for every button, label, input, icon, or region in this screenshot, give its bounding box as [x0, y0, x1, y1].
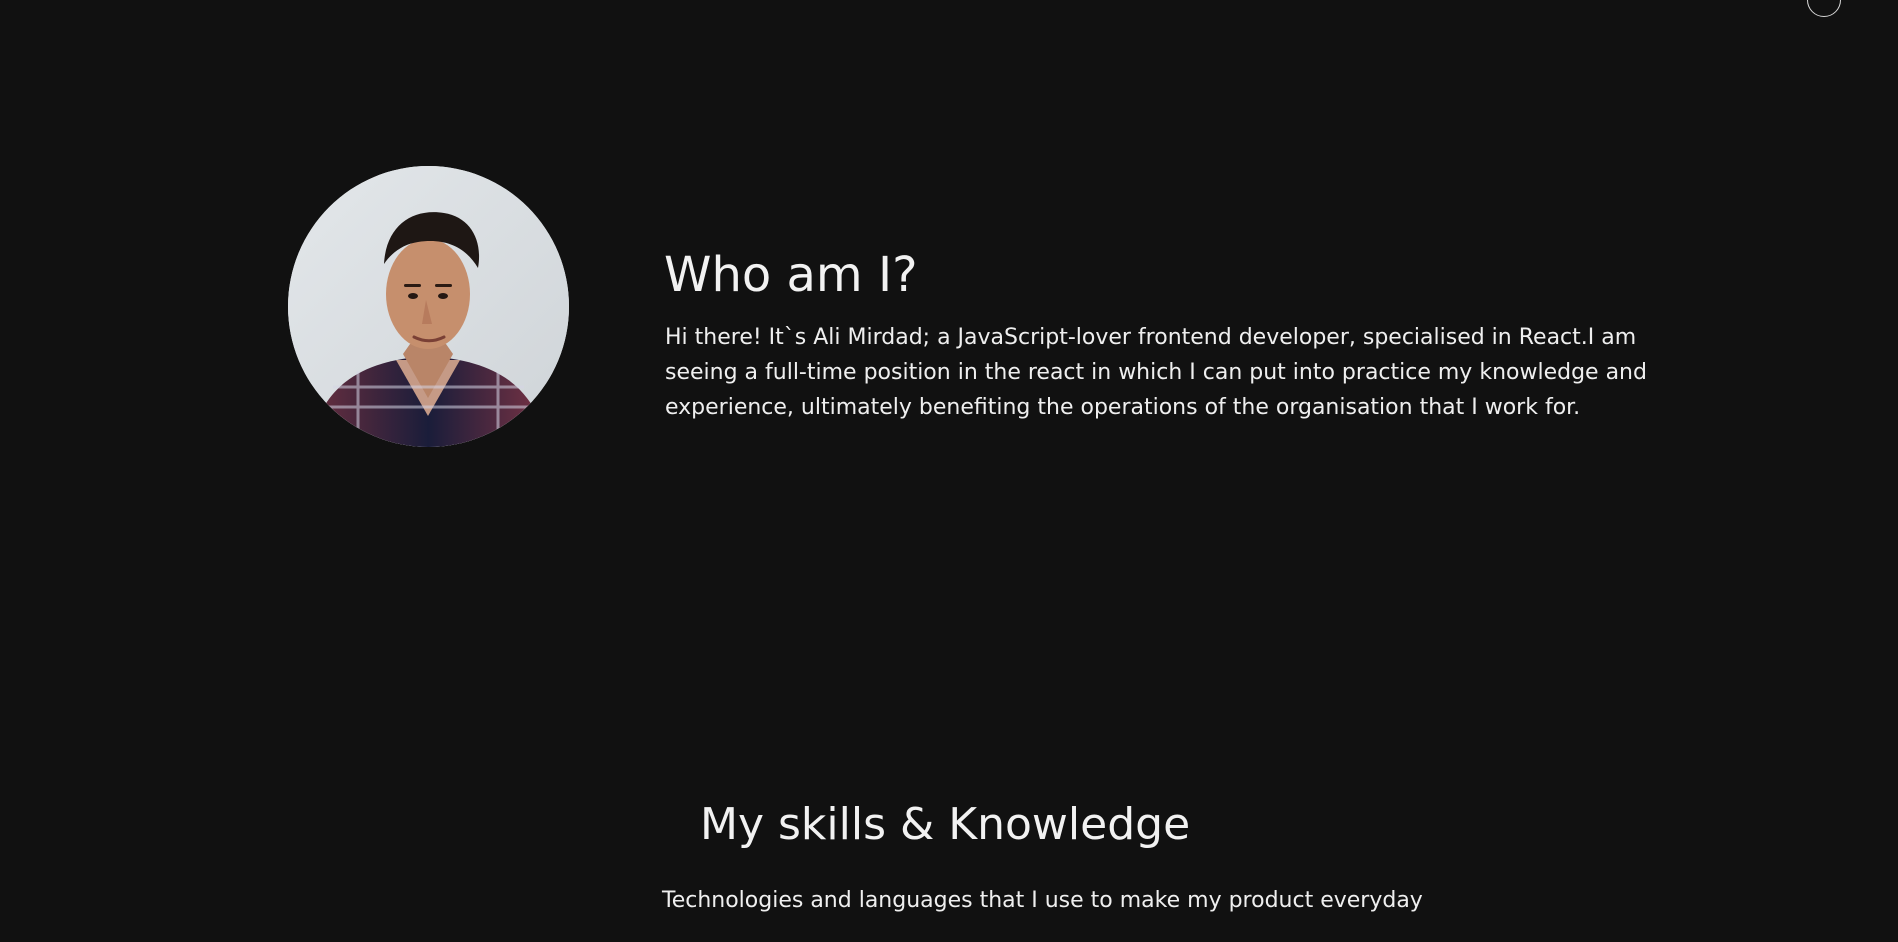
- skills-subtitle: Technologies and languages that I use to…: [662, 888, 1423, 913]
- profile-avatar: [288, 166, 569, 447]
- profile-photo: [288, 166, 569, 447]
- about-heading: Who am I?: [664, 247, 918, 303]
- circle-icon[interactable]: [1807, 0, 1841, 17]
- about-description: Hi there! It`s Ali Mirdad; a JavaScript-…: [665, 325, 1647, 420]
- portfolio-page: Who am I? Hi there! It`s Ali Mirdad; a J…: [0, 0, 1898, 942]
- skills-heading: My skills & Knowledge: [700, 799, 1191, 850]
